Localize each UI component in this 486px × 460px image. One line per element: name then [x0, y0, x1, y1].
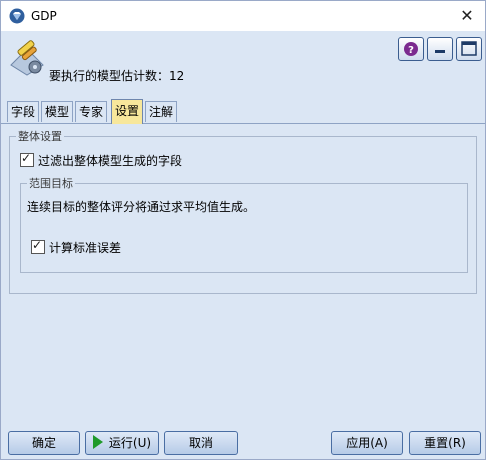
- dialog-window: GDP ✕ 要执行的模型估计数：12 ? 字段 模型 专家 设置 注解 整体设置…: [0, 0, 486, 460]
- cancel-button[interactable]: 取消: [164, 431, 238, 455]
- run-button[interactable]: 运行(U): [85, 431, 159, 455]
- dialog-header: 要执行的模型估计数：12 ?: [1, 31, 485, 99]
- ensemble-settings-group: 整体设置 过滤出整体模型生成的字段 范围目标 连续目标的整体评分将通过求平均值生…: [9, 128, 477, 294]
- title-bar: GDP ✕: [1, 1, 485, 31]
- tab-bar: 字段 模型 专家 设置 注解: [1, 99, 485, 124]
- tab-expert[interactable]: 专家: [75, 101, 108, 122]
- tab-settings[interactable]: 设置: [111, 99, 144, 124]
- maximize-icon: [461, 41, 477, 56]
- minimize-icon: [435, 50, 445, 53]
- button-bar: 确定 运行(U) 取消 应用(A) 重置(R): [1, 419, 485, 459]
- ensemble-model-icon: [10, 40, 44, 76]
- app-gem-icon: [9, 8, 25, 24]
- calc-standard-error-checkbox[interactable]: [31, 238, 45, 254]
- settings-panel: 整体设置 过滤出整体模型生成的字段 范围目标 连续目标的整体评分将通过求平均值生…: [1, 124, 485, 419]
- calc-standard-error-label: 计算标准误差: [49, 241, 122, 255]
- tab-fields[interactable]: 字段: [7, 101, 40, 122]
- continuous-target-description: 连续目标的整体评分将通过求平均值生成。: [27, 200, 256, 214]
- apply-button[interactable]: 应用(A): [331, 431, 403, 455]
- filter-fields-label: 过滤出整体模型生成的字段: [38, 154, 183, 168]
- continuous-target-legend: 范围目标: [27, 175, 75, 191]
- tab-model[interactable]: 模型: [41, 101, 74, 122]
- ok-button[interactable]: 确定: [8, 431, 80, 455]
- continuous-target-group: 范围目标 连续目标的整体评分将通过求平均值生成。 计算标准误差: [20, 175, 468, 273]
- minimize-panel-button[interactable]: [427, 37, 453, 61]
- model-estimate-count: 要执行的模型估计数：12: [49, 69, 185, 83]
- close-button[interactable]: ✕: [449, 1, 485, 31]
- filter-fields-checkbox[interactable]: [20, 151, 34, 167]
- help-button[interactable]: ?: [398, 37, 424, 61]
- maximize-panel-button[interactable]: [456, 37, 482, 61]
- tab-annotations[interactable]: 注解: [145, 101, 178, 122]
- window-title: GDP: [31, 9, 57, 23]
- play-icon: [92, 435, 103, 449]
- reset-button[interactable]: 重置(R): [409, 431, 481, 455]
- ensemble-settings-legend: 整体设置: [16, 128, 64, 144]
- run-button-label: 运行(U): [108, 436, 152, 450]
- help-icon: ?: [404, 42, 418, 56]
- svg-text:?: ?: [408, 45, 414, 56]
